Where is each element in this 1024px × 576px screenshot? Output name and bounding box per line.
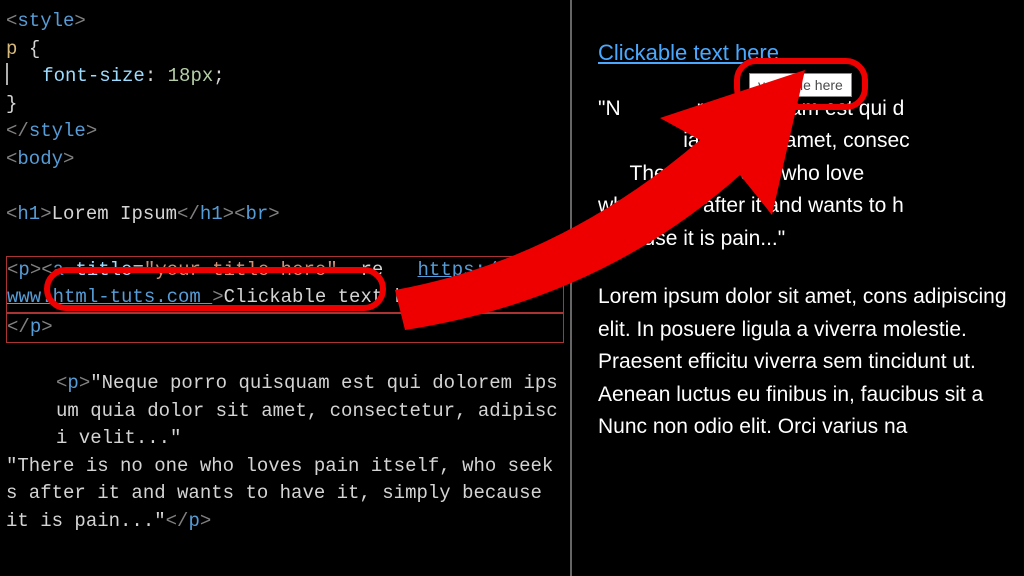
preview-quote: "Neque porro quisquam est qui d ipsum qu… [598,93,1024,256]
code-line: <body> [6,146,564,174]
code-line [6,343,564,371]
code-line-highlighted: <p><a title="your title here" re https:/… [6,256,564,285]
tooltip: your title here [749,73,852,97]
code-line: </style> [6,118,564,146]
code-line-highlighted: www.html-tuts.com >Clickable text here</… [6,284,564,313]
code-line: <style> [6,8,564,36]
code-line [6,228,564,256]
clickable-link[interactable]: Clickable text here [598,40,779,65]
code-line: <h1>Lorem Ipsum</h1><br> [6,201,564,229]
code-line: } [6,91,564,119]
preview-paragraph: Lorem ipsum dolor sit amet, cons adipisc… [598,281,1024,444]
code-line: <p>"Neque porro quisquam est qui dolorem… [6,370,564,453]
code-line: "There is no one who loves pain itself, … [6,453,564,536]
code-line [6,173,564,201]
code-line: font-size: 18px; [6,63,564,91]
code-line: p { [6,36,564,64]
code-line-highlighted: </p> [6,313,564,343]
code-editor-pane[interactable]: <style> p { font-size: 18px; } </style> … [0,0,570,576]
